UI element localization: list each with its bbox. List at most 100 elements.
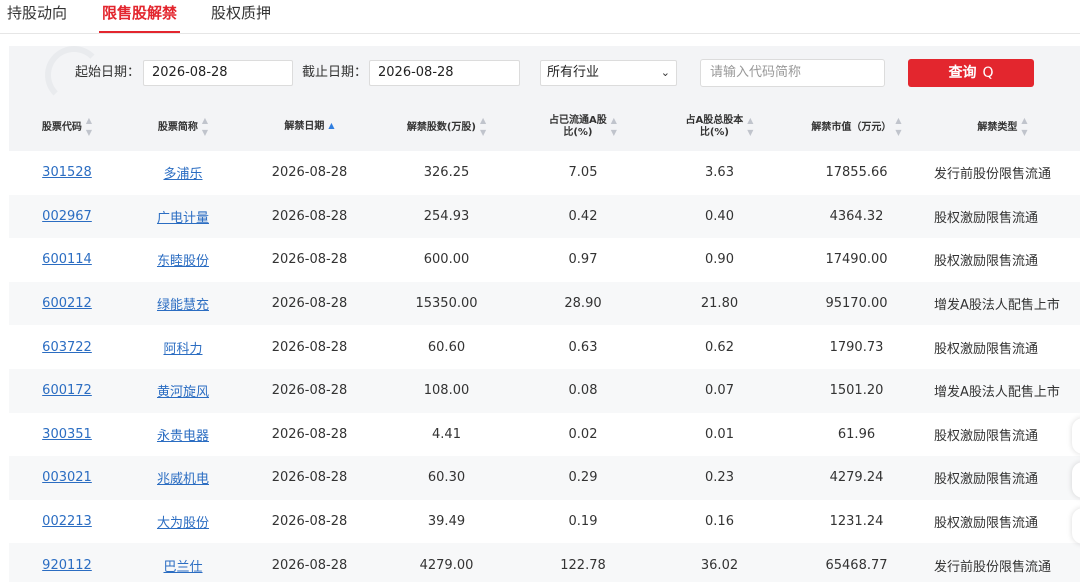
cell-unlock-shares: 600.00 xyxy=(423,252,470,268)
cell-market-value: 1790.73 xyxy=(829,339,884,355)
col-header-code[interactable]: 股票代码▲ ▼ xyxy=(9,102,125,151)
cell-market-value: 17490.00 xyxy=(825,252,888,268)
col-header-unlock-shares[interactable]: 解禁股数(万股)▲ ▼ xyxy=(378,102,515,151)
sort-icon: ▲ ▼ xyxy=(747,115,754,137)
stock-code-link[interactable]: 301528 xyxy=(42,165,92,180)
cell-unlock-type: 增发A股法人配售上市 xyxy=(934,385,1060,401)
end-date-label: 截止日期： xyxy=(302,65,368,80)
cell-code: 002213 xyxy=(9,500,125,544)
floating-side-tab[interactable] xyxy=(1072,418,1080,454)
cell-unlock-date: 2026-08-28 xyxy=(271,296,348,312)
col-header-unlock-type[interactable]: 解禁类型▲ ▼ xyxy=(925,102,1080,151)
cell-unlock-date: 2026-08-28 xyxy=(271,514,348,530)
tab-bar: 持股动向 限售股解禁 股权质押 xyxy=(0,0,1080,34)
search-input[interactable]: 请输入代码简称 xyxy=(700,59,885,87)
stock-name-link[interactable]: 东睦股份 xyxy=(157,254,209,269)
cell-total-ratio: 3.63 xyxy=(705,165,734,181)
col-header-total-ratio[interactable]: 占A股总股本 比(%)▲ ▼ xyxy=(651,102,788,151)
floating-side-tab[interactable] xyxy=(1072,462,1080,498)
query-button-label: 查询 xyxy=(948,65,977,81)
cell-unlock-shares: 326.25 xyxy=(423,165,470,181)
cell-unlock-date: 2026-08-28 xyxy=(271,557,348,573)
stock-code-link[interactable]: 002967 xyxy=(42,209,92,224)
col-header-float-ratio[interactable]: 占已流通A股 比(%)▲ ▼ xyxy=(515,102,651,151)
cell-code: 600212 xyxy=(9,282,125,326)
cell-unlock-type: 股权激励限售流通 xyxy=(934,210,1039,226)
stock-code-link[interactable]: 600212 xyxy=(42,296,92,311)
stock-code-link[interactable]: 600172 xyxy=(42,383,92,398)
cell-unlock-date: 2026-08-28 xyxy=(271,208,348,224)
cell-code: 003021 xyxy=(9,456,125,500)
stock-code-link[interactable]: 920112 xyxy=(42,558,92,573)
stock-name-link[interactable]: 黄河旋风 xyxy=(157,385,209,400)
stock-name-link[interactable]: 阿科力 xyxy=(163,342,202,357)
cell-unlock-type: 股权激励限售流通 xyxy=(934,516,1039,532)
query-button[interactable]: 查询 Q xyxy=(908,59,1034,87)
cell-float-ratio: 28.90 xyxy=(564,296,602,312)
table-row: 600114 东睦股份 2026-08-28 600.00 0.97 0.90 17490.… xyxy=(9,238,1080,282)
col-header-name[interactable]: 股票简称▲ ▼ xyxy=(125,102,241,151)
stock-name-link[interactable]: 永贵电器 xyxy=(157,429,209,444)
cell-name: 大为股份 xyxy=(125,500,241,544)
cell-name: 多浦乐 xyxy=(125,151,241,195)
floating-side-tab[interactable] xyxy=(1072,508,1080,544)
cell-unlock-type: 股权激励限售流通 xyxy=(934,254,1039,270)
table-row: 603722 阿科力 2026-08-28 60.60 0.63 0.62 1790.73 股… xyxy=(9,325,1080,369)
stock-code-link[interactable]: 600114 xyxy=(42,252,92,267)
stock-code-link[interactable]: 003021 xyxy=(42,470,92,485)
stock-code-link[interactable]: 603722 xyxy=(42,340,92,355)
cell-float-ratio: 122.78 xyxy=(560,557,606,573)
cell-total-ratio: 0.62 xyxy=(705,339,734,355)
end-date-input[interactable]: 2026-08-28 xyxy=(369,60,520,86)
cell-code: 600114 xyxy=(9,238,125,282)
cell-name: 广电计量 xyxy=(125,195,241,239)
stock-name-link[interactable]: 巴兰仕 xyxy=(163,560,202,575)
cell-name: 黄河旋风 xyxy=(125,369,241,413)
cell-name: 阿科力 xyxy=(125,325,241,369)
cell-market-value: 61.96 xyxy=(837,426,876,442)
cell-float-ratio: 0.42 xyxy=(568,208,598,224)
cell-code: 300351 xyxy=(9,413,125,457)
stock-code-link[interactable]: 300351 xyxy=(42,427,92,442)
tab-holdings-trend[interactable]: 持股动向 xyxy=(7,3,67,33)
cell-name: 绿能慧充 xyxy=(125,282,241,326)
cell-unlock-date: 2026-08-28 xyxy=(271,165,348,181)
cell-market-value: 95170.00 xyxy=(825,296,888,312)
stock-name-link[interactable]: 大为股份 xyxy=(157,516,209,531)
table-row: 301528 多浦乐 2026-08-28 326.25 7.05 3.63 17855.6… xyxy=(9,151,1080,195)
cell-unlock-shares: 60.30 xyxy=(427,470,466,486)
cell-code: 301528 xyxy=(9,151,125,195)
cell-unlock-type: 股权激励限售流通 xyxy=(934,472,1039,488)
stock-code-link[interactable]: 002213 xyxy=(42,514,92,529)
table-row: 920112 巴兰仕 2026-08-28 4279.00 122.78 36.02 654… xyxy=(9,543,1080,582)
cell-unlock-shares: 4.41 xyxy=(432,426,461,442)
start-date-input[interactable]: 2026-08-28 xyxy=(143,60,293,86)
cell-name: 巴兰仕 xyxy=(125,543,241,582)
col-header-market-value[interactable]: 解禁市值（万元）▲ ▼ xyxy=(788,102,925,151)
table-header-row: 股票代码▲ ▼ 股票简称▲ ▼ 解禁日期 ▲ 解禁股数(万股)▲ ▼ 占已流通A股 比(%… xyxy=(9,102,1080,151)
cell-unlock-date: 2026-08-28 xyxy=(271,252,348,268)
cell-total-ratio: 0.07 xyxy=(705,383,734,399)
cell-total-ratio: 0.16 xyxy=(705,514,734,530)
cell-unlock-type: 增发A股法人配售上市 xyxy=(934,298,1060,314)
cell-unlock-shares: 4279.00 xyxy=(419,557,474,573)
stock-name-link[interactable]: 多浦乐 xyxy=(163,167,202,182)
cell-total-ratio: 0.90 xyxy=(705,252,734,268)
col-header-unlock-date[interactable]: 解禁日期 ▲ xyxy=(241,102,378,151)
industry-select[interactable]: 所有行业 ⌄ xyxy=(540,60,677,86)
stock-name-link[interactable]: 兆威机电 xyxy=(157,472,209,487)
cell-total-ratio: 36.02 xyxy=(700,557,739,573)
unlock-table: 股票代码▲ ▼ 股票简称▲ ▼ 解禁日期 ▲ 解禁股数(万股)▲ ▼ 占已流通A股 比(%… xyxy=(9,102,1080,582)
tab-equity-pledge[interactable]: 股权质押 xyxy=(211,3,271,33)
cell-market-value: 65468.77 xyxy=(825,557,888,573)
chevron-down-icon: ⌄ xyxy=(660,66,670,79)
cell-float-ratio: 0.02 xyxy=(568,426,598,442)
stock-name-link[interactable]: 绿能慧充 xyxy=(157,298,209,313)
cell-total-ratio: 0.23 xyxy=(705,470,734,486)
tab-restricted-unlock[interactable]: 限售股解禁 xyxy=(98,3,181,33)
cell-unlock-type: 发行前股份限售流通 xyxy=(934,559,1052,575)
cell-float-ratio: 7.05 xyxy=(568,165,598,181)
stock-name-link[interactable]: 广电计量 xyxy=(157,211,209,226)
cell-unlock-shares: 39.49 xyxy=(427,514,466,530)
cell-market-value: 1501.20 xyxy=(829,383,884,399)
